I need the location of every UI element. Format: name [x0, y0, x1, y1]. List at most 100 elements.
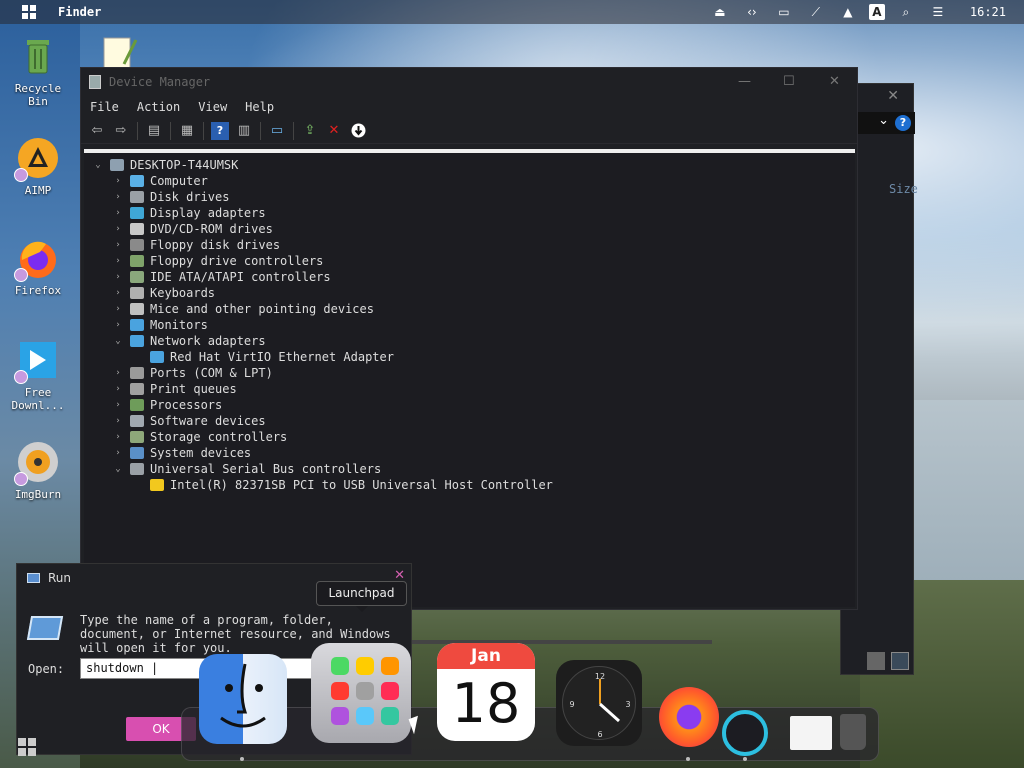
desktop-icon-recycle-bin[interactable]: Recycle Bin — [3, 34, 73, 108]
chevron-right-icon[interactable]: › — [112, 237, 124, 253]
calendar-icon[interactable]: Jan 18 — [437, 643, 535, 741]
minimize-button[interactable]: — — [738, 74, 751, 89]
tree-category[interactable]: › DVD/CD-ROM drives — [92, 221, 553, 237]
uninstall-device-icon[interactable]: ✕ — [325, 122, 343, 140]
tree-category[interactable]: › Disk drives — [92, 189, 553, 205]
tree-category[interactable]: › Keyboards — [92, 285, 553, 301]
chevron-right-icon[interactable]: › — [112, 317, 124, 333]
chevron-right-icon[interactable]: › — [112, 173, 124, 189]
tree-category[interactable]: › Computer — [92, 173, 553, 189]
firefox-icon[interactable] — [659, 687, 719, 747]
upload-icon[interactable]: ▲ — [837, 3, 859, 21]
action-pane-icon[interactable]: ▥ — [235, 122, 253, 140]
chevron-right-icon[interactable]: › — [112, 381, 124, 397]
chevron-right-icon[interactable]: › — [112, 301, 124, 317]
tree-category[interactable]: › Display adapters — [92, 205, 553, 221]
trash-icon[interactable] — [840, 714, 866, 750]
properties-icon[interactable]: ▦ — [178, 122, 196, 140]
chevron-down-icon[interactable]: ⌄ — [112, 461, 124, 477]
tree-device[interactable]: Intel(R) 82371SB PCI to USB Universal Ho… — [92, 477, 553, 493]
tree-category-label: IDE ATA/ATAPI controllers — [150, 270, 331, 284]
tree-root[interactable]: ⌄ DESKTOP-T44UMSK — [92, 157, 553, 173]
network-off-icon[interactable]: ⟋ — [805, 3, 827, 21]
tree-category[interactable]: › Floppy drive controllers — [92, 253, 553, 269]
chevron-right-icon[interactable]: › — [112, 205, 124, 221]
display-icon[interactable]: ▭ — [773, 3, 795, 21]
active-app-name[interactable]: Finder — [58, 5, 101, 19]
menu-file[interactable]: File — [90, 100, 119, 114]
tree-category[interactable]: › Ports (COM & LPT) — [92, 365, 553, 381]
launchpad-icon[interactable] — [311, 643, 411, 743]
details-view-icon[interactable] — [867, 652, 885, 670]
window-thumbnail-icon[interactable] — [790, 716, 832, 750]
toolbar: ⇦ ⇨ ▤ ▦ ? ▥ ▭ ⇪ ✕ — [81, 118, 857, 144]
start-icon[interactable] — [18, 738, 36, 756]
code-icon[interactable]: ‹› — [741, 3, 763, 21]
tree-category[interactable]: › IDE ATA/ATAPI controllers — [92, 269, 553, 285]
clock-icon[interactable]: 12 3 6 9 — [556, 660, 642, 746]
device-category-icon — [130, 255, 144, 267]
running-indicator — [743, 757, 747, 761]
forward-arrow-icon[interactable]: ⇨ — [112, 122, 130, 140]
show-hide-console-tree-icon[interactable]: ▤ — [145, 122, 163, 140]
chevron-right-icon[interactable]: › — [112, 221, 124, 237]
tree-category[interactable]: › Storage controllers — [92, 429, 553, 445]
device-category-icon — [130, 271, 144, 283]
menu-action[interactable]: Action — [137, 100, 180, 114]
help-icon[interactable]: ? — [211, 121, 229, 140]
chevron-right-icon[interactable]: › — [112, 397, 124, 413]
tree-category[interactable]: › Mice and other pointing devices — [92, 301, 553, 317]
chevron-right-icon[interactable]: › — [112, 445, 124, 461]
chevron-right-icon[interactable]: › — [112, 253, 124, 269]
desktop-icon-aimp[interactable]: AIMP — [3, 136, 73, 197]
enable-device-icon[interactable] — [349, 122, 367, 140]
device-tree-pane[interactable]: ⌄ DESKTOP-T44UMSK › Computer › Disk drives ›… — [84, 149, 855, 607]
help-icon[interactable]: ? — [895, 115, 911, 131]
chevron-right-icon[interactable]: › — [112, 429, 124, 445]
search-icon[interactable]: ⌕ — [895, 3, 917, 21]
control-center-icon[interactable]: ☰ — [927, 3, 949, 21]
update-driver-icon[interactable]: ⇪ — [301, 122, 319, 140]
tree-category-label: Floppy drive controllers — [150, 254, 324, 268]
chevron-right-icon[interactable]: › — [112, 269, 124, 285]
chevron-right-icon[interactable]: › — [112, 365, 124, 381]
menu-view[interactable]: View — [198, 100, 227, 114]
tree-device[interactable]: Red Hat VirtIO Ethernet Adapter — [92, 349, 553, 365]
column-header-size[interactable]: Size — [889, 182, 918, 196]
desktop-icon-free-download-manager[interactable]: Free Downl... — [3, 338, 73, 412]
firefox-icon — [14, 236, 60, 282]
desktop-icon-firefox[interactable]: Firefox — [3, 236, 73, 297]
device-category-icon — [130, 303, 144, 315]
windows-logo-icon[interactable] — [22, 5, 36, 19]
tree-category[interactable]: › Software devices — [92, 413, 553, 429]
tree-category[interactable]: › System devices — [92, 445, 553, 461]
finder-icon[interactable] — [199, 654, 287, 744]
maximize-button[interactable]: ☐ — [783, 74, 795, 89]
chevron-right-icon[interactable]: › — [112, 189, 124, 205]
preview-view-icon[interactable] — [891, 652, 909, 670]
back-arrow-icon[interactable]: ⇦ — [88, 122, 106, 140]
tree-category[interactable]: ⌄ Universal Serial Bus controllers — [92, 461, 553, 477]
keyboard-layout-icon[interactable]: A — [868, 4, 885, 20]
tree-category[interactable]: › Floppy disk drives — [92, 237, 553, 253]
close-icon[interactable]: ✕ — [887, 88, 899, 104]
tree-category[interactable]: ⌄ Network adapters — [92, 333, 553, 349]
chevron-down-icon[interactable]: ⌄ — [112, 333, 124, 349]
device-manager-window[interactable]: Device Manager — ☐ ✕ File Action View He… — [80, 67, 858, 610]
desktop-icon-imgburn[interactable]: ImgBurn — [3, 440, 73, 501]
eject-icon[interactable]: ⏏ — [709, 3, 731, 21]
chevron-down-icon[interactable]: ⌄ — [878, 113, 889, 128]
tree-category[interactable]: › Processors — [92, 397, 553, 413]
tree-category[interactable]: › Print queues — [92, 381, 553, 397]
close-button[interactable]: ✕ — [829, 74, 840, 89]
clock[interactable]: 16:21 — [970, 5, 1006, 19]
chevron-right-icon[interactable]: › — [112, 413, 124, 429]
tree-category[interactable]: › Monitors — [92, 317, 553, 333]
vscode-icon[interactable] — [722, 710, 768, 756]
scan-hardware-changes-icon[interactable]: ▭ — [268, 122, 286, 140]
run-title-bar[interactable]: Run — [27, 571, 71, 585]
device-manager-icon — [89, 75, 101, 89]
chevron-down-icon[interactable]: ⌄ — [92, 157, 104, 173]
chevron-right-icon[interactable]: › — [112, 285, 124, 301]
menu-help[interactable]: Help — [245, 100, 274, 114]
